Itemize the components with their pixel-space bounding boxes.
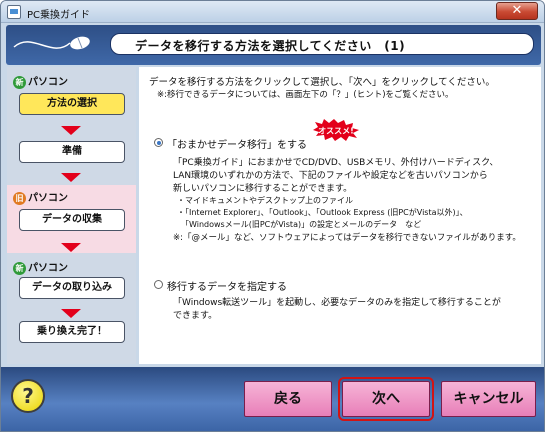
sidebar-step-collect: データの収集 — [19, 209, 125, 231]
close-button[interactable]: ✕ — [496, 2, 538, 20]
step-arrow-icon — [61, 309, 81, 318]
old-badge: 旧 — [13, 191, 26, 205]
help-button[interactable]: ? — [11, 379, 45, 413]
sidebar-section-new-pc: 新パソコン 方法の選択 準備 — [7, 67, 136, 182]
option-manual-label[interactable]: 移行するデータを指定する — [167, 278, 287, 293]
next-button[interactable]: 次へ — [338, 377, 434, 421]
sidebar-step-method: 方法の選択 — [19, 93, 125, 115]
sidebar: 新パソコン 方法の選択 準備 旧パソコン データの収集 新パソコン データの取り… — [7, 67, 136, 364]
option-manual-desc-1: 「Windows転送ツール」を起動し、必要なデータのみを指定して移行することが — [173, 298, 501, 308]
sidebar-step-import: データの取り込み — [19, 277, 125, 299]
page-title-text: データを移行する方法を選択してください (1) — [135, 39, 406, 53]
option-manual-radio[interactable] — [154, 280, 163, 289]
option-auto-desc-1: 「PC乗換ガイド」におまかせでCD/DVD、USBメモリ、外付けハードディスク、 — [173, 158, 499, 168]
intro-note: ※:移行できるデータについては、画面左下の「？」(ヒント)をご覧ください。 — [157, 90, 454, 100]
new-pc-label: 新パソコン — [13, 73, 68, 89]
sidebar-step-prepare: 準備 — [19, 141, 125, 163]
recommend-badge: オススメ! — [313, 119, 359, 141]
sidebar-section-new-pc-2: 新パソコン データの取り込み 乗り換え完了！ — [7, 257, 136, 364]
step-arrow-icon — [61, 173, 81, 182]
page-title: データを移行する方法を選択してください (1) — [110, 33, 534, 55]
option-auto-desc-2: LAN環境のいずれかの方法で、下記のファイルや設定などを古いパソコンから — [173, 171, 488, 181]
new-pc-label-2: 新パソコン — [13, 259, 68, 275]
option-auto-item-3: 「Windowsメール(旧PCがVista)」の設定とメールのデータ など — [177, 220, 422, 229]
old-pc-label-text: パソコン — [28, 193, 68, 204]
window-title: PC乗換ガイド — [27, 10, 91, 21]
mouse-cable-icon — [13, 36, 90, 50]
old-pc-label: 旧パソコン — [13, 189, 68, 205]
recommend-badge-text: オススメ! — [318, 127, 354, 136]
header-bar: データを移行する方法を選択してください (1) — [6, 25, 541, 65]
step-arrow-icon — [61, 126, 81, 135]
cancel-button[interactable]: キャンセル — [441, 381, 536, 417]
app-icon — [7, 5, 21, 19]
title-bar: PC乗換ガイド ✕ — [1, 1, 544, 23]
back-button[interactable]: 戻る — [244, 381, 332, 417]
app-window: PC乗換ガイド ✕ データを移行する方法を選択してください (1) 新パソコン … — [0, 0, 545, 432]
option-manual-desc-2: できます。 — [173, 311, 218, 321]
new-pc-label-text-2: パソコン — [28, 263, 68, 274]
sidebar-step-complete: 乗り換え完了！ — [19, 321, 125, 343]
option-auto-item-2: ・「Internet Explorer」、「Outlook」、「Outlook … — [177, 208, 468, 217]
new-badge-2: 新 — [13, 261, 26, 275]
option-auto-item-1: ・マイドキュメントやデスクトップ上のファイル — [177, 196, 353, 205]
option-auto-label[interactable]: 「おまかせデータ移行」をする — [167, 136, 307, 151]
step-arrow-icon — [61, 243, 81, 252]
new-badge: 新 — [13, 75, 26, 89]
intro-text: データを移行する方法をクリックして選択し、「次へ」をクリックしてください。 — [149, 77, 495, 88]
footer-bar: ? 戻る 次へ キャンセル — [1, 367, 544, 431]
option-auto-radio[interactable] — [154, 138, 163, 147]
option-auto-desc-3: 新しいパソコンに移行することができます。 — [173, 184, 353, 194]
main-content: データを移行する方法をクリックして選択し、「次へ」をクリックしてください。 ※:… — [139, 67, 541, 364]
option-auto-note: ※:「@メール」など、ソフトウェアによってはデータを移行できないファイルがありま… — [173, 233, 521, 243]
new-pc-label-text: パソコン — [28, 77, 68, 88]
